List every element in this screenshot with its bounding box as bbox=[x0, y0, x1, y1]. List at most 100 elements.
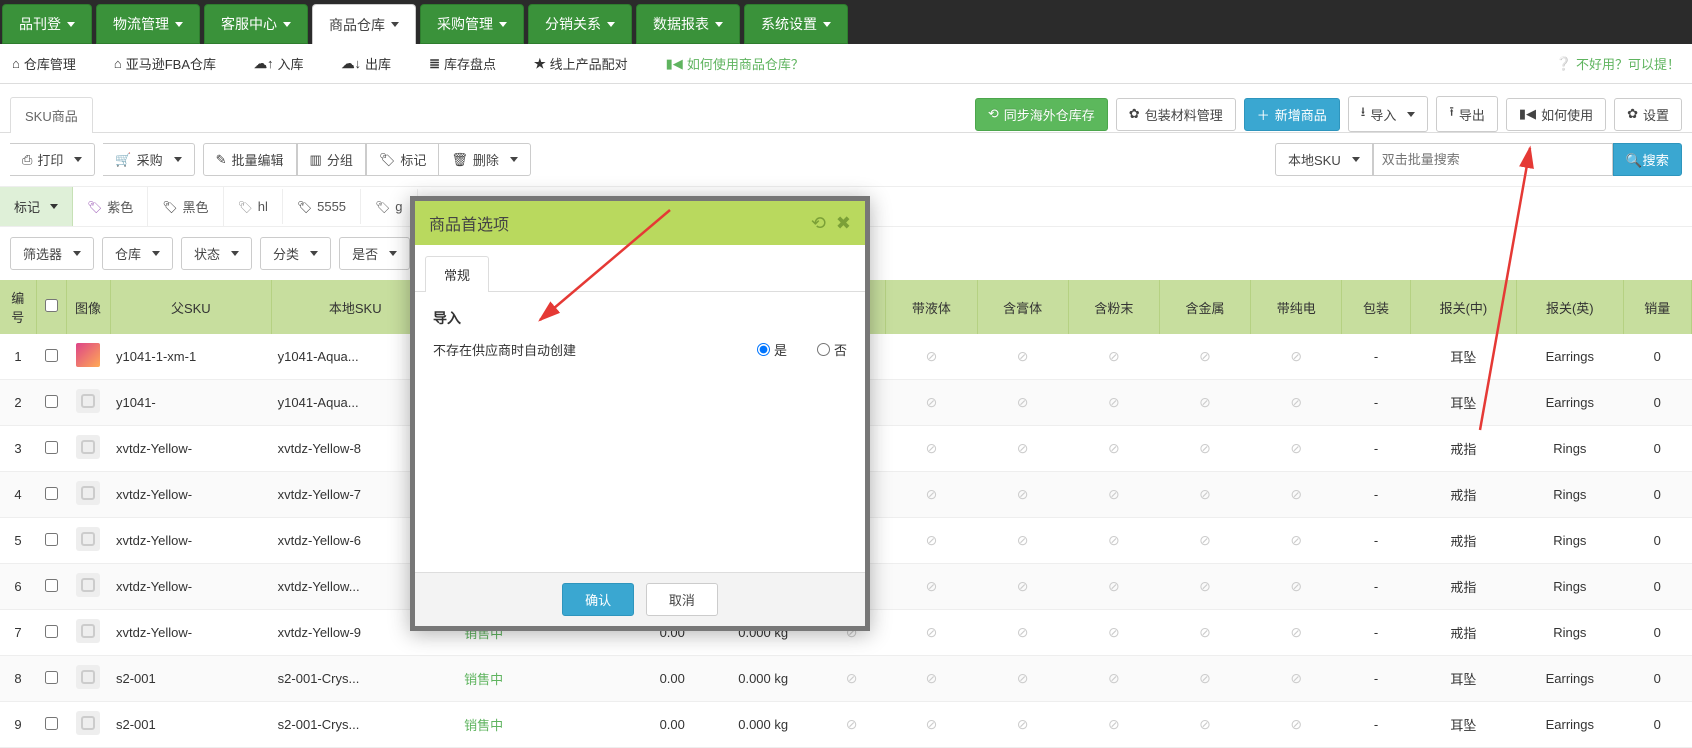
preferences-modal: 商品首选项 ⟲ ✖ 常规 导入 不存在供应商时自动创建 是 否 确认 取消 bbox=[410, 196, 870, 631]
settings-button[interactable]: ✿设置 bbox=[1614, 98, 1682, 131]
col-header: 报关(中) bbox=[1410, 280, 1516, 334]
cancel-button[interactable]: 取消 bbox=[646, 583, 718, 616]
print-button[interactable]: ⎙打印 bbox=[10, 143, 95, 176]
tag-item[interactable]: 🏷紫色 bbox=[73, 187, 148, 226]
ban-icon: ⊘ bbox=[926, 624, 938, 640]
tag-item[interactable]: 🏷5555 bbox=[283, 189, 361, 224]
chevron-down-icon bbox=[74, 157, 82, 162]
subnav-link[interactable]: ⌂ 亚马逊FBA仓库 bbox=[114, 54, 216, 73]
radio-yes[interactable]: 是 bbox=[757, 340, 787, 359]
nav-item[interactable]: 数据报表 bbox=[636, 4, 740, 44]
ban-icon: ⊘ bbox=[846, 670, 858, 686]
pack-button[interactable]: ✿包装材料管理 bbox=[1116, 98, 1236, 131]
feedback-link[interactable]: ❔ 不好用？可以提！ bbox=[1556, 54, 1680, 73]
noimage-icon bbox=[76, 435, 100, 459]
search-scope[interactable]: 本地SKU bbox=[1275, 143, 1373, 176]
search-button[interactable]: 🔍搜索 bbox=[1613, 143, 1682, 176]
ban-icon: ⊘ bbox=[926, 532, 938, 548]
ban-icon: ⊘ bbox=[1108, 578, 1120, 594]
row-check[interactable] bbox=[45, 533, 58, 546]
modal-tab-general[interactable]: 常规 bbox=[425, 256, 489, 292]
sync-button[interactable]: ⟲同步海外仓库存 bbox=[975, 98, 1108, 131]
subnav-link[interactable]: ★ 线上产品配对 bbox=[534, 54, 628, 73]
purchase-button[interactable]: 🛒采购 bbox=[103, 143, 194, 176]
chevron-down-icon bbox=[73, 251, 81, 256]
group-icon: ▥ bbox=[310, 152, 322, 168]
chevron-down-icon bbox=[823, 22, 831, 27]
ban-icon: ⊘ bbox=[1290, 532, 1302, 548]
subnav-link[interactable]: ≣ 库存盘点 bbox=[429, 54, 496, 73]
nav-item[interactable]: 商品仓库 bbox=[312, 4, 416, 44]
video-icon: ▮◀ bbox=[1519, 106, 1536, 122]
tag-item[interactable]: 🏷hl bbox=[224, 189, 283, 224]
tag-button[interactable]: 🏷标记 bbox=[366, 143, 440, 176]
ban-icon: ⊘ bbox=[1017, 578, 1029, 594]
list-icon: ≣ bbox=[429, 56, 440, 72]
trash-icon: 🗑 bbox=[451, 152, 468, 168]
nav-item[interactable]: 系统设置 bbox=[744, 4, 848, 44]
nav-item[interactable]: 分销关系 bbox=[528, 4, 632, 44]
tag-item[interactable]: 🏷黑色 bbox=[148, 187, 223, 226]
toolbar: ⎙打印 🛒采购 ✎批量编辑 ▥分组 🏷标记 🗑删除 本地SKU 🔍搜索 bbox=[0, 133, 1692, 186]
subnav-link[interactable]: ☁↓ 出库 bbox=[342, 54, 392, 73]
row-check[interactable] bbox=[45, 487, 58, 500]
select-all[interactable] bbox=[45, 299, 58, 312]
tab-sku[interactable]: SKU商品 bbox=[10, 97, 93, 133]
nav-item[interactable]: 客服中心 bbox=[204, 4, 308, 44]
refresh-icon: ⟲ bbox=[988, 106, 999, 122]
ban-icon: ⊘ bbox=[926, 394, 938, 410]
chevron-down-icon bbox=[1352, 157, 1360, 162]
radio-no[interactable]: 否 bbox=[817, 340, 847, 359]
export-button[interactable]: ⭱导出 bbox=[1436, 96, 1498, 132]
ban-icon: ⊘ bbox=[1108, 486, 1120, 502]
ban-icon: ⊘ bbox=[1017, 532, 1029, 548]
row-check[interactable] bbox=[45, 441, 58, 454]
table-row[interactable]: 8s2-001s2-001-Crys...销售中0.000.000 kg⊘⊘⊘⊘… bbox=[0, 656, 1692, 702]
gear-icon: ✿ bbox=[1129, 106, 1140, 122]
subnav-link[interactable]: ⌂ 仓库管理 bbox=[12, 54, 76, 73]
nav-item[interactable]: 物流管理 bbox=[96, 4, 200, 44]
row-check[interactable] bbox=[45, 395, 58, 408]
chevron-down-icon bbox=[231, 251, 239, 256]
modal-footer: 确认 取消 bbox=[415, 572, 865, 626]
delete-button[interactable]: 🗑删除 bbox=[439, 143, 531, 176]
row-check[interactable] bbox=[45, 579, 58, 592]
subnav-link[interactable]: ☁↑ 入库 bbox=[254, 54, 304, 73]
ban-icon: ⊘ bbox=[1290, 486, 1302, 502]
how-link[interactable]: ▮◀ 如何使用商品仓库？ bbox=[666, 54, 804, 73]
status-link[interactable]: 销售中 bbox=[464, 718, 503, 733]
bulkedit-button[interactable]: ✎批量编辑 bbox=[203, 143, 297, 176]
cart-icon: 🛒 bbox=[115, 152, 131, 168]
filter-状态[interactable]: 状态 bbox=[181, 237, 252, 270]
filter-筛选器[interactable]: 筛选器 bbox=[10, 237, 94, 270]
row-check[interactable] bbox=[45, 671, 58, 684]
group-button[interactable]: ▥分组 bbox=[297, 143, 366, 176]
filter-是否[interactable]: 是否 bbox=[339, 237, 410, 270]
table-row[interactable]: 9s2-001s2-001-Crys...销售中0.000.000 kg⊘⊘⊘⊘… bbox=[0, 702, 1692, 748]
col-header: 含金属 bbox=[1159, 280, 1250, 334]
noimage-icon bbox=[76, 481, 100, 505]
row-check[interactable] bbox=[45, 625, 58, 638]
status-link[interactable]: 销售中 bbox=[464, 672, 503, 687]
ban-icon: ⊘ bbox=[1199, 624, 1211, 640]
ok-button[interactable]: 确认 bbox=[562, 583, 634, 616]
col-header: 编号 bbox=[0, 280, 36, 334]
filter-仓库[interactable]: 仓库 bbox=[102, 237, 173, 270]
howto-button[interactable]: ▮◀如何使用 bbox=[1506, 98, 1606, 131]
tag-row-title[interactable]: 标记 bbox=[0, 187, 73, 226]
add-button[interactable]: ＋新增商品 bbox=[1244, 98, 1340, 131]
close-icon[interactable]: ✖ bbox=[836, 213, 851, 234]
search-input[interactable] bbox=[1373, 143, 1613, 176]
refresh-icon[interactable]: ⟲ bbox=[811, 213, 826, 234]
import-button[interactable]: ⭳导入 bbox=[1348, 96, 1429, 132]
row-check[interactable] bbox=[45, 349, 58, 362]
ban-icon: ⊘ bbox=[1290, 670, 1302, 686]
filter-分类[interactable]: 分类 bbox=[260, 237, 331, 270]
row-check[interactable] bbox=[45, 717, 58, 730]
col-header: 销量 bbox=[1623, 280, 1692, 334]
star-icon: ★ bbox=[534, 56, 546, 72]
chevron-down-icon bbox=[1407, 112, 1415, 117]
nav-item[interactable]: 采购管理 bbox=[420, 4, 524, 44]
ban-icon: ⊘ bbox=[926, 348, 938, 364]
nav-item[interactable]: 品刊登 bbox=[2, 4, 92, 44]
